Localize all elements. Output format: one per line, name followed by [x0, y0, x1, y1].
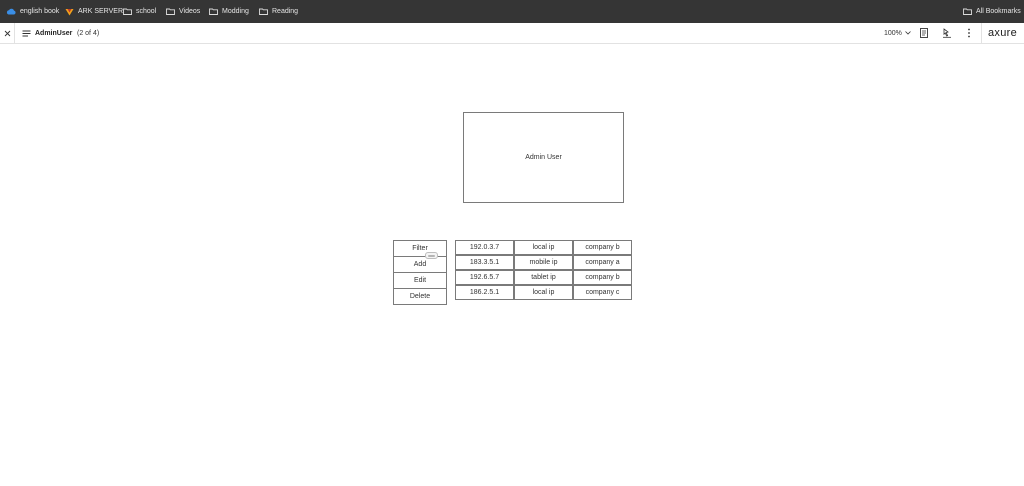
cloud-icon — [6, 8, 16, 15]
bookmarks-bar: english book ARK SERVER school Videos Mo… — [0, 0, 1024, 23]
notes-button[interactable] — [920, 23, 928, 43]
axure-logo[interactable]: axure — [988, 23, 1017, 43]
bookmark-english-book[interactable]: english book — [6, 0, 59, 23]
cell-text: company c — [585, 289, 620, 296]
table-cell-ip[interactable]: 192.6.5.7 — [455, 270, 514, 285]
admin-user-header-box: Admin User — [463, 112, 624, 203]
bookmark-label: Reading — [272, 8, 299, 15]
close-icon — [4, 30, 11, 36]
prototype-toolbar: AdminUser (2 of 4) 100% axure — [0, 23, 1024, 44]
page-title: AdminUser — [35, 23, 72, 43]
button-label: Delete — [409, 293, 431, 300]
close-button[interactable] — [4, 23, 11, 43]
delete-button[interactable]: Delete — [393, 288, 447, 305]
table-cell-ip[interactable]: 183.3.5.1 — [455, 255, 514, 270]
table-cell-ip[interactable]: 192.0.3.7 — [455, 240, 514, 255]
folder-icon — [166, 8, 175, 15]
table-cell-type[interactable]: mobile ip — [514, 255, 573, 270]
resize-handle[interactable] — [425, 252, 438, 259]
table-cell-company[interactable]: company c — [573, 285, 632, 300]
hamburger-icon — [22, 30, 31, 36]
folder-icon — [963, 8, 972, 15]
cell-text: 192.6.5.7 — [469, 274, 500, 281]
table-cell-company[interactable]: company a — [573, 255, 632, 270]
cell-text: company a — [585, 259, 620, 266]
bookmark-label: Videos — [179, 8, 201, 15]
folder-icon — [259, 8, 268, 15]
notes-icon — [920, 28, 928, 38]
button-label: Add — [413, 261, 427, 268]
handle-grip — [428, 254, 435, 257]
bookmark-ark-server[interactable]: ARK SERVER — [65, 0, 123, 23]
cell-text: local ip — [532, 244, 555, 251]
chevron-down-icon — [905, 31, 911, 35]
cell-text: 192.0.3.7 — [469, 244, 500, 251]
table-cell-type[interactable]: local ip — [514, 240, 573, 255]
button-label: Edit — [413, 277, 427, 284]
folder-icon — [209, 8, 218, 15]
bookmark-label: school — [136, 8, 157, 15]
zoom-value: 100% — [884, 29, 902, 37]
table-cell-company[interactable]: company b — [573, 240, 632, 255]
bookmark-label: english book — [20, 8, 60, 15]
toolbar-divider — [981, 23, 982, 43]
filter-button[interactable]: Filter — [393, 240, 447, 257]
table-cell-type[interactable]: local ip — [514, 285, 573, 300]
table-cell-company[interactable]: company b — [573, 270, 632, 285]
more-vertical-icon — [968, 28, 970, 38]
pages-menu-button[interactable] — [22, 23, 31, 43]
all-bookmarks-label: All Bookmarks — [976, 8, 1021, 15]
page-count: (2 of 4) — [77, 29, 100, 37]
bookmark-modding[interactable]: Modding — [209, 0, 249, 23]
cell-text: tablet ip — [531, 274, 556, 281]
bookmark-school[interactable]: school — [123, 0, 156, 23]
bookmark-reading[interactable]: Reading — [259, 0, 298, 23]
toolbar-divider — [14, 23, 15, 43]
all-bookmarks[interactable]: All Bookmarks — [963, 0, 1021, 23]
pointer-check-icon — [943, 28, 951, 38]
cell-text: 183.3.5.1 — [469, 259, 500, 266]
more-options-button[interactable] — [967, 23, 971, 43]
bookmark-videos[interactable]: Videos — [166, 0, 200, 23]
cell-text: local ip — [532, 289, 555, 296]
button-label: Filter — [412, 245, 428, 252]
bookmark-label: ARK SERVER — [78, 8, 123, 15]
bookmark-label: Modding — [222, 8, 249, 15]
page-position: (2 of 4) — [77, 23, 99, 43]
zoom-dropdown[interactable]: 100% — [884, 23, 911, 43]
inspect-button[interactable] — [942, 23, 952, 43]
add-button[interactable]: Add — [393, 256, 447, 273]
brand-label: axure — [988, 27, 1018, 39]
cell-text: company b — [585, 274, 620, 281]
page-name: AdminUser — [35, 29, 73, 37]
cell-text: company b — [585, 244, 620, 251]
table-cell-type[interactable]: tablet ip — [514, 270, 573, 285]
header-box-label: Admin User — [525, 154, 562, 161]
cell-text: mobile ip — [529, 259, 558, 266]
table-cell-ip[interactable]: 186.2.5.1 — [455, 285, 514, 300]
cell-text: 186.2.5.1 — [469, 289, 500, 296]
ark-icon — [65, 8, 74, 15]
folder-icon — [123, 8, 132, 15]
edit-button[interactable]: Edit — [393, 272, 447, 289]
